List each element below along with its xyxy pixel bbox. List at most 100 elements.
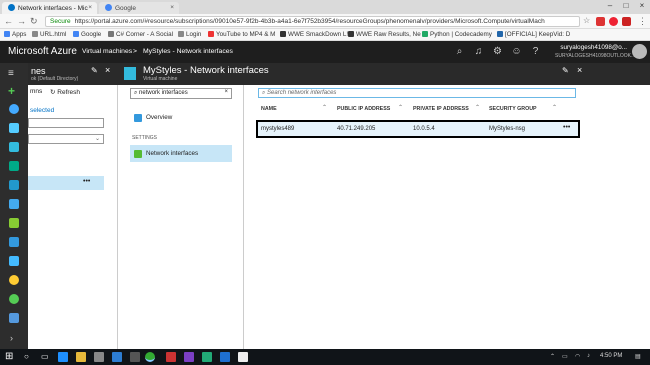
tray-chevron-icon[interactable]: ⌃ (550, 353, 555, 360)
more-icon[interactable]: ••• (563, 124, 570, 131)
dashboard-icon[interactable] (9, 104, 19, 114)
column-header-name[interactable]: NAME (261, 106, 277, 112)
chevron-right-icon[interactable]: › (10, 333, 13, 343)
close-window-icon[interactable]: × (635, 1, 649, 10)
google-favicon-icon (105, 4, 112, 11)
pin-icon[interactable]: ✎ (91, 66, 98, 75)
maximize-icon[interactable]: □ (619, 1, 633, 10)
forward-icon[interactable]: → (17, 16, 26, 26)
resource-groups-icon[interactable] (9, 123, 19, 133)
user-account[interactable]: suryalogesh41098@o... SURYALOGESH41098OU… (555, 44, 635, 60)
bookmark-item[interactable]: Python | Codecademy (422, 31, 492, 38)
plus-icon[interactable]: + (8, 84, 15, 98)
gear-icon[interactable]: ⚙ (492, 46, 503, 57)
refresh-button[interactable]: ↻ Refresh (50, 88, 80, 96)
hamburger-icon[interactable]: ≡ (8, 68, 14, 79)
breadcrumb-virtual-machines[interactable]: Virtual machines (82, 48, 132, 55)
bookmarks-bar: Apps URL.html Google C# Corner - A Socia… (0, 29, 650, 41)
tab-google[interactable]: Google × (99, 2, 179, 14)
extension-icon[interactable] (609, 17, 618, 26)
azure-logo[interactable]: Microsoft Azure (8, 46, 77, 57)
extension-icon[interactable] (596, 17, 605, 26)
minimize-icon[interactable]: – (603, 1, 617, 10)
pin-icon[interactable]: ✎ (562, 66, 569, 75)
filter-input[interactable] (28, 118, 104, 128)
app-icon[interactable] (166, 352, 176, 362)
feedback-icon[interactable]: ☺ (511, 46, 522, 57)
more-icon[interactable]: ••• (83, 178, 90, 185)
menu-item-network-interfaces[interactable]: Network interfaces (130, 145, 232, 162)
sort-icon[interactable]: ⌃ (398, 104, 403, 111)
close-icon[interactable]: × (88, 4, 92, 11)
close-icon[interactable]: × (170, 4, 174, 11)
security-icon[interactable] (9, 218, 19, 228)
clock-icon[interactable] (9, 275, 19, 285)
app-icon[interactable] (130, 352, 140, 362)
app-icon[interactable] (238, 352, 248, 362)
sort-icon[interactable]: ⌃ (552, 104, 557, 111)
all-resources-icon[interactable] (9, 142, 19, 152)
bookmark-item[interactable]: YouTube to MP4 & M (208, 31, 275, 38)
app-icon[interactable] (202, 352, 212, 362)
notifications-icon[interactable]: ♫ (473, 46, 484, 57)
clear-icon[interactable]: × (224, 89, 228, 95)
list-item-selected[interactable]: ••• (28, 176, 104, 190)
menu-item-overview[interactable]: Overview (130, 109, 232, 126)
search-icon[interactable]: ⌕ (454, 46, 465, 57)
column-header-public-ip[interactable]: PUBLIC IP ADDRESS (337, 106, 390, 112)
sort-icon[interactable]: ⌃ (475, 104, 480, 111)
chrome-icon[interactable] (145, 352, 155, 362)
breadcrumb-current[interactable]: MyStyles - Network interfaces (143, 48, 233, 55)
advisor-icon[interactable] (9, 256, 19, 266)
bookmark-item[interactable]: WWE SmackDown L! (280, 31, 348, 38)
bookmark-item[interactable]: URL.html (32, 31, 66, 38)
bookmark-item[interactable]: Apps (4, 31, 26, 38)
back-icon[interactable]: ← (4, 16, 13, 26)
action-center-icon[interactable]: ▤ (635, 353, 641, 360)
star-icon[interactable]: ☆ (583, 16, 590, 25)
menu-icon[interactable]: ⋮ (638, 16, 647, 27)
column-header-security-group[interactable]: SECURITY GROUP (489, 106, 537, 112)
status-icon[interactable] (9, 294, 19, 304)
windows-start-icon[interactable]: ⊞ (5, 351, 13, 362)
close-icon[interactable]: × (577, 65, 582, 75)
app-icon[interactable] (220, 352, 230, 362)
volume-icon[interactable]: ♪ (587, 353, 590, 359)
app-services-icon[interactable] (9, 161, 19, 171)
subscription-select[interactable]: ⌄ (28, 134, 104, 144)
bookmark-item[interactable]: Login (178, 31, 201, 38)
network-search-input[interactable]: ⌕ Search network interfaces (258, 88, 576, 98)
bookmark-item[interactable]: Google (73, 31, 101, 38)
store-icon[interactable] (94, 352, 104, 362)
wifi-icon[interactable]: ◠ (575, 353, 580, 360)
taskbar: ⊞ ○ ▭ ⌃ ▭ ◠ ♪ 4:50 PM ▤ (0, 349, 650, 365)
file-explorer-icon[interactable] (76, 352, 86, 362)
url-input[interactable]: Secure https://portal.azure.com/#resource… (45, 16, 580, 27)
extension-icon[interactable] (622, 17, 631, 26)
sql-icon[interactable] (9, 199, 19, 209)
column-header-private-ip[interactable]: PRIVATE IP ADDRESS (413, 106, 469, 112)
close-icon[interactable]: × (105, 65, 110, 75)
clock-text[interactable]: 4:50 PM (600, 353, 622, 359)
menu-search-input[interactable]: ⌕ network interfaces × (130, 88, 232, 99)
mail-icon[interactable] (112, 352, 122, 362)
edge-icon[interactable] (58, 352, 68, 362)
network-tray-icon[interactable]: ▭ (562, 353, 568, 360)
avatar[interactable] (632, 44, 647, 59)
columns-button[interactable]: mns (30, 88, 42, 95)
table-row[interactable]: mystyles489 40.71.249.205 10.0.5.4 MySty… (256, 120, 580, 138)
bookmark-item[interactable]: [OFFICIAL] KeepVid: D (497, 31, 570, 38)
sort-icon[interactable]: ⌃ (322, 104, 327, 111)
tab-network-interfaces[interactable]: Network interfaces - Mic × (2, 2, 97, 14)
visual-studio-icon[interactable] (184, 352, 194, 362)
task-view-icon[interactable]: ▭ (41, 352, 49, 361)
cell-name: mystyles489 (261, 126, 295, 132)
reload-icon[interactable]: ↻ (30, 16, 38, 27)
cost-icon[interactable] (9, 313, 19, 323)
bookmark-item[interactable]: WWE Raw Results, Ne (348, 31, 421, 38)
search-icon[interactable]: ○ (24, 352, 29, 361)
monitor-icon[interactable] (9, 237, 19, 247)
help-icon[interactable]: ? (530, 46, 541, 57)
virtual-machines-icon[interactable] (9, 180, 19, 190)
bookmark-item[interactable]: C# Corner - A Social (108, 31, 173, 38)
